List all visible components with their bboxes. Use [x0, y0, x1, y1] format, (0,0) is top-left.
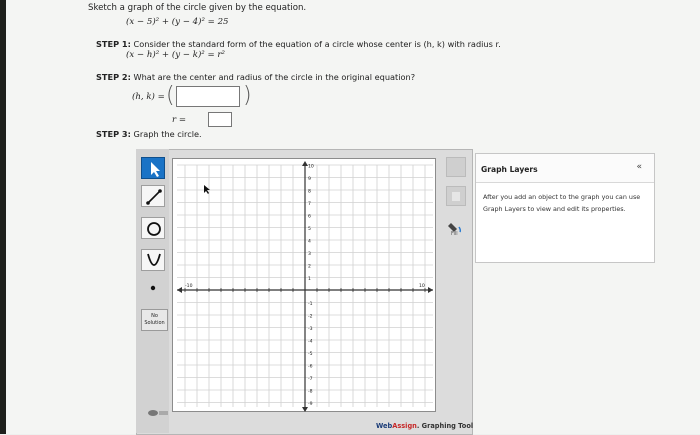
- graph-layers-panel: Graph Layers « After you add an object t…: [475, 153, 655, 263]
- open-paren: (: [166, 83, 175, 108]
- y-tick-label: 1: [308, 276, 311, 282]
- y-tick-label: 9: [308, 176, 311, 182]
- y-tick-label: 10: [308, 164, 314, 170]
- step1-label: STEP 1:: [96, 39, 131, 49]
- y-tick-label: 7: [308, 201, 311, 207]
- y-tick-label: -8: [308, 389, 313, 395]
- y-tick-label: -3: [308, 326, 313, 332]
- eye-toggle-icon[interactable]: [147, 403, 168, 416]
- y-tick-label: -7: [308, 376, 313, 382]
- circle-tool[interactable]: [141, 217, 165, 239]
- x-tick-label: -10: [185, 283, 193, 289]
- standard-form-formula: (x − h)² + (y − k)² = r²: [126, 50, 225, 60]
- question-prompt: Sketch a graph of the circle given by th…: [88, 3, 307, 13]
- graph-layers-header[interactable]: Graph Layers «: [476, 154, 654, 183]
- y-tick-label: 6: [308, 214, 311, 220]
- grid-canvas[interactable]: 10987654321-1-2-3-4-5-6-7-8-9-10-1010: [173, 159, 437, 413]
- y-tick-label: 2: [308, 264, 311, 270]
- close-paren: ): [243, 83, 252, 108]
- circle-equation: (x − 5)² + (y − 4)² = 25: [126, 17, 229, 27]
- parabola-icon: [147, 253, 161, 266]
- y-axis-arrow-icon: [302, 407, 308, 412]
- step2-text: What are the center and radius of the ci…: [133, 72, 416, 82]
- y-tick-label: 5: [308, 226, 311, 232]
- point-tool[interactable]: [141, 277, 165, 299]
- step1-text: Consider the standard form of the equati…: [133, 39, 501, 49]
- y-tick-label: -4: [308, 339, 313, 345]
- step2: STEP 2: What are the center and radius o…: [96, 72, 415, 82]
- step1: STEP 1: Consider the standard form of th…: [96, 39, 501, 49]
- arrow-cursor-icon: [151, 162, 160, 177]
- center-label: (h, k) =: [132, 92, 165, 102]
- y-tick-label: 4: [308, 239, 311, 245]
- collapse-icon[interactable]: «: [636, 162, 642, 172]
- x-axis-arrow-icon: [428, 287, 433, 293]
- graph-layers-title: Graph Layers: [481, 165, 538, 174]
- y-tick-label: -1: [308, 301, 313, 307]
- step2-label: STEP 2:: [96, 72, 131, 82]
- parabola-tool[interactable]: [141, 249, 165, 271]
- radius-label: r =: [172, 115, 187, 125]
- step3-text: Graph the circle.: [133, 129, 202, 139]
- radius-input[interactable]: [208, 112, 232, 127]
- line-segment-icon: [146, 189, 162, 205]
- webassign-brand: WebAssign. Graphing Tool: [376, 422, 474, 430]
- line-segment-tool[interactable]: [141, 185, 165, 207]
- step3: STEP 3: Graph the circle.: [96, 129, 202, 139]
- x-axis-arrow-icon: [177, 287, 182, 293]
- undo-button[interactable]: [446, 157, 466, 177]
- cursor-pointer-icon: [204, 180, 212, 199]
- x-tick-label: 10: [419, 283, 425, 289]
- y-tick-label: 8: [308, 189, 311, 195]
- graph-layers-help: After you add an object to the graph you…: [483, 193, 641, 213]
- y-tick-label: -6: [308, 364, 313, 370]
- y-tick-label: -2: [308, 314, 313, 320]
- y-tick-label: -5: [308, 351, 313, 357]
- circle-icon: [147, 222, 161, 236]
- y-tick-label: 3: [308, 251, 311, 257]
- point-icon: [150, 285, 156, 291]
- no-solution-button[interactable]: No Solution: [141, 309, 168, 331]
- trash-icon: [452, 192, 460, 201]
- center-input[interactable]: [176, 86, 240, 107]
- fill-tool[interactable]: Fill: [448, 218, 464, 237]
- y-tick-label: -9: [308, 401, 313, 407]
- select-arrow-tool[interactable]: [141, 157, 165, 179]
- fill-label: Fill: [451, 231, 458, 237]
- delete-button[interactable]: [446, 186, 466, 206]
- step3-label: STEP 3:: [96, 129, 131, 139]
